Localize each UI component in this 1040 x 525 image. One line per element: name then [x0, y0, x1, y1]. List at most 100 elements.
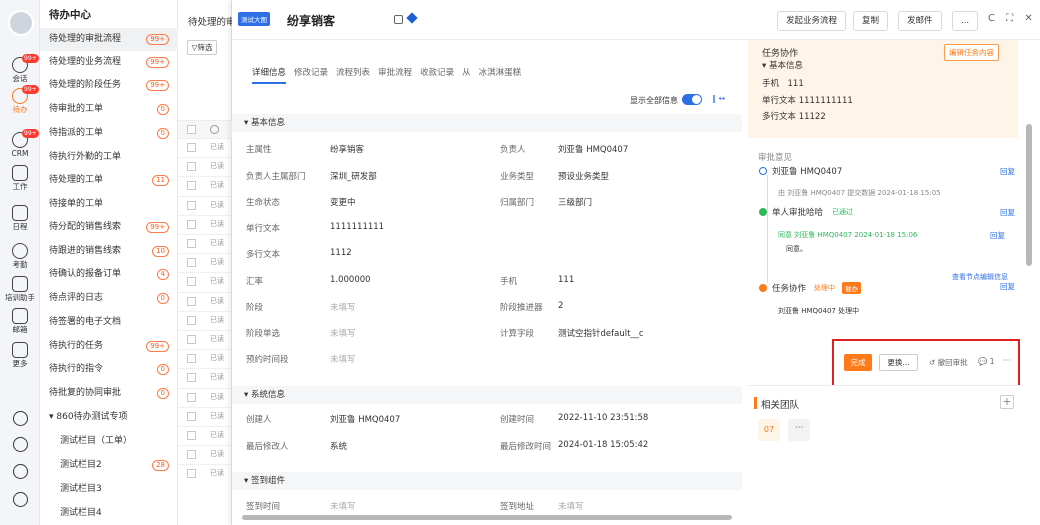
rail-mail[interactable]: 邮箱: [0, 308, 40, 334]
list-row[interactable]: 已读: [178, 195, 232, 215]
list-row[interactable]: 已读: [178, 349, 232, 368]
diamond-icon[interactable]: [406, 12, 418, 24]
row-checkbox[interactable]: [187, 200, 196, 210]
window-controls[interactable]: C ⛶ ✕: [988, 13, 1037, 24]
send-mail-button[interactable]: 发邮件: [898, 11, 942, 31]
menu-item[interactable]: 待点评的日志 0: [40, 287, 178, 310]
section-basic[interactable]: ▾ 基本信息: [232, 114, 742, 132]
reply-button[interactable]: 回复: [1000, 207, 1015, 218]
select-all-checkbox[interactable]: [187, 125, 196, 134]
withdraw-button[interactable]: ↺ 撤回审批: [929, 357, 968, 368]
menu-item[interactable]: 待跟进的销售线索 10: [40, 240, 178, 263]
vertical-scrollbar[interactable]: [1025, 40, 1033, 518]
menu-item[interactable]: 待接单的工单: [40, 193, 178, 216]
row-checkbox[interactable]: [187, 219, 196, 229]
menu-item[interactable]: 待审批的工单 0: [40, 98, 178, 121]
menu-item[interactable]: 待处理的阶段任务 99+: [40, 74, 178, 97]
menu-item[interactable]: 待执行的指令 0: [40, 358, 178, 381]
more-members-button[interactable]: ···: [788, 419, 810, 441]
field-value[interactable]: 刘亚鲁 HMQ0407: [330, 413, 400, 425]
copy-button[interactable]: 复制: [853, 11, 889, 31]
row-checkbox[interactable]: [187, 239, 196, 248]
row-checkbox[interactable]: [187, 335, 196, 344]
lock-icon[interactable]: [394, 15, 403, 24]
row-checkbox[interactable]: [187, 258, 196, 268]
list-row[interactable]: 已读: [178, 368, 232, 387]
eye-icon[interactable]: [210, 125, 219, 134]
row-checkbox[interactable]: [187, 469, 196, 479]
user-avatar[interactable]: [8, 10, 34, 36]
menu-item[interactable]: 测试栏目3: [40, 478, 178, 501]
start-process-button[interactable]: 发起业务流程: [777, 11, 847, 31]
urge-button[interactable]: 催办: [842, 282, 861, 294]
reply-button[interactable]: 回复: [1000, 166, 1015, 177]
menu-group[interactable]: ▾ 860待办测试专项: [40, 406, 178, 429]
column-toggle-icon[interactable]: ‖ ↔: [712, 94, 725, 103]
list-row[interactable]: 已读: [178, 253, 232, 272]
tab-flow-list[interactable]: 流程列表: [336, 68, 370, 78]
tab-history[interactable]: 修改记录: [294, 68, 328, 78]
list-row[interactable]: 已读: [178, 138, 232, 157]
rail-crm[interactable]: 99+ CRM: [0, 129, 40, 158]
menu-item[interactable]: 待指派的工单 0: [40, 122, 178, 145]
history-button[interactable]: [0, 437, 40, 452]
menu-item[interactable]: 待确认的报备订单 4: [40, 263, 178, 286]
reply-button[interactable]: 回复: [990, 230, 1005, 241]
more-actions-button[interactable]: ···: [1003, 356, 1011, 365]
rail-chat[interactable]: 99+ 会话: [0, 54, 40, 83]
menu-item[interactable]: 测试栏目2 28: [40, 454, 178, 477]
list-row[interactable]: 已读: [178, 234, 232, 253]
rail-calendar[interactable]: 日程: [0, 205, 40, 231]
rail-more[interactable]: 更多: [0, 342, 40, 368]
list-row[interactable]: 已读: [178, 214, 232, 234]
horizontal-scrollbar[interactable]: [232, 512, 742, 522]
list-row[interactable]: 已读: [178, 291, 232, 311]
reply-button[interactable]: 回复: [1000, 281, 1015, 292]
list-row[interactable]: 已读: [178, 387, 232, 407]
rail-work[interactable]: 工作: [0, 165, 40, 191]
tab-approval[interactable]: 审批流程: [378, 68, 412, 78]
settings-button[interactable]: [0, 464, 40, 479]
menu-item[interactable]: 待执行外勤的工单: [40, 146, 178, 169]
menu-item[interactable]: 待处理的审批流程 99+: [40, 28, 178, 51]
contacts-button[interactable]: [0, 492, 40, 507]
scroll-thumb[interactable]: [1026, 124, 1032, 266]
list-row[interactable]: 已读: [178, 157, 232, 176]
comment-button[interactable]: 💬 1: [978, 357, 995, 366]
section-system[interactable]: ▾ 系统信息: [232, 386, 742, 404]
scroll-thumb[interactable]: [242, 515, 732, 520]
menu-item[interactable]: 待执行的任务 99+: [40, 335, 178, 358]
menu-item[interactable]: 测试栏目4: [40, 502, 178, 525]
menu-item[interactable]: 测试栏目（工单）: [40, 430, 178, 453]
rail-todo[interactable]: 99+ 待办: [0, 85, 40, 114]
row-checkbox[interactable]: [187, 143, 196, 152]
list-row[interactable]: 已读: [178, 406, 232, 426]
edit-task-button[interactable]: 编辑任务内容: [944, 44, 999, 61]
tab-from[interactable]: 从: [462, 68, 471, 78]
change-button[interactable]: 更换...: [879, 354, 918, 371]
list-row[interactable]: 已读: [178, 272, 232, 291]
row-checkbox[interactable]: [187, 277, 196, 287]
menu-item[interactable]: 待批复的协同审批 0: [40, 382, 178, 405]
tab-icecream[interactable]: 冰淇淋蛋糕: [479, 68, 522, 78]
list-row[interactable]: 已读: [178, 426, 232, 445]
menu-item[interactable]: 待分配的销售线索 99+: [40, 216, 178, 239]
row-checkbox[interactable]: [187, 354, 196, 364]
show-all-toggle[interactable]: [682, 94, 702, 105]
member-avatar[interactable]: 07: [758, 419, 780, 441]
rail-attendance[interactable]: 考勤: [0, 243, 40, 269]
tab-details[interactable]: 详细信息: [252, 68, 287, 84]
list-row[interactable]: 已读: [178, 176, 232, 195]
add-member-button[interactable]: +: [1000, 395, 1014, 409]
row-checkbox[interactable]: [187, 315, 196, 325]
row-checkbox[interactable]: [187, 181, 196, 191]
tab-payment[interactable]: 收款记录: [420, 68, 454, 78]
row-checkbox[interactable]: [187, 450, 196, 460]
complete-button[interactable]: 完成: [844, 354, 872, 371]
row-checkbox[interactable]: [187, 296, 196, 306]
help-button[interactable]: [0, 411, 40, 426]
menu-item[interactable]: 待签署的电子文档: [40, 311, 178, 334]
more-button[interactable]: ...: [952, 11, 979, 31]
rail-training[interactable]: 培训助手: [0, 276, 40, 302]
section-sign[interactable]: ▾ 签到组件: [232, 472, 742, 490]
